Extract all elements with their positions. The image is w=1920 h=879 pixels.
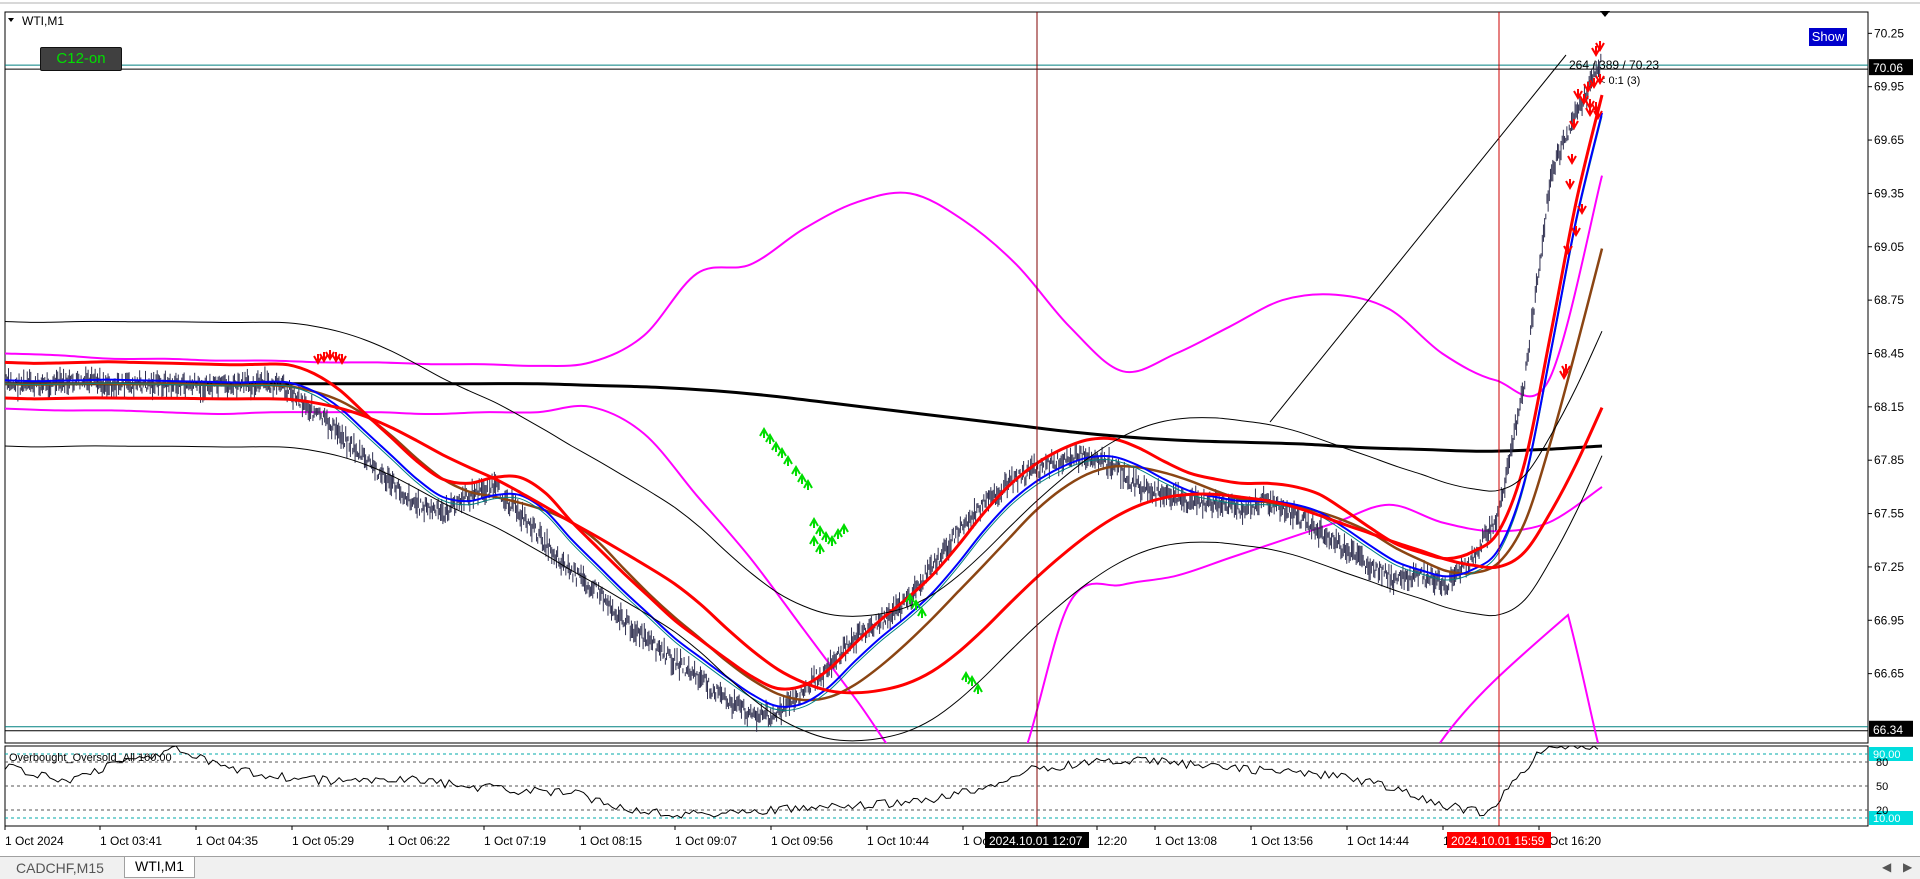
price-label-bottom_line: 66.34 — [1873, 723, 1903, 737]
scroll-right-icon[interactable]: ▶ — [1893, 858, 1920, 876]
x-tick-label: 1 Oct 03:41 — [100, 834, 162, 848]
x-tick-label: 1 Oct 08:15 — [580, 834, 642, 848]
osc-50-label: 50 — [1876, 781, 1888, 793]
y-tick-label: 68.45 — [1874, 346, 1904, 360]
y-tick-label: 67.25 — [1874, 560, 1904, 574]
vline-time-label: 2024.10.01 15:59 — [1451, 834, 1545, 848]
x-tick-label: 1 Oct 13:08 — [1155, 834, 1217, 848]
y-tick-label: 68.15 — [1874, 400, 1904, 414]
oscillator-name: Overbought_Oversold_All 100.00 — [9, 752, 172, 764]
symbol-title: WTI,M1 — [22, 14, 64, 28]
tab-cadchf-m15[interactable]: CADCHF,M15 — [6, 859, 114, 877]
x-tick-label: 1 Oct 14:44 — [1347, 834, 1409, 848]
y-tick-label: 69.95 — [1874, 80, 1904, 94]
trendline-sublabel: < 0:1 (3) — [1599, 75, 1640, 87]
x-tick-label: 1 Oct 05:29 — [292, 834, 354, 848]
y-tick-label: 67.85 — [1874, 453, 1904, 467]
x-tick-label: 1 Oct 07:19 — [484, 834, 546, 848]
x-tick-label: 1 Oct 13:56 — [1251, 834, 1313, 848]
trendline-label: 264 / 389 / 70.23 — [1569, 58, 1659, 72]
y-tick-label: 66.95 — [1874, 613, 1904, 627]
y-tick-label: 69.65 — [1874, 133, 1904, 147]
x-tick-label: 1 Oct 09:56 — [771, 834, 833, 848]
y-tick-label: 70.25 — [1874, 26, 1904, 40]
y-tick-label: 69.35 — [1874, 186, 1904, 200]
chart-window: 264 / 389 / 70.23 < 0:1 (3) WTI,M1 Overbou… — [0, 0, 1920, 879]
x-tick-label: 1 Oct 04:35 — [196, 834, 258, 848]
y-tick-label: 69.05 — [1874, 240, 1904, 254]
c12-toggle-button[interactable]: C12-on — [40, 47, 122, 71]
x-tick-label: 1 Oct 10:44 — [867, 834, 929, 848]
x-tick-label: 1 Oct 09:07 — [675, 834, 737, 848]
tab-wti-m1[interactable]: WTI,M1 — [124, 857, 195, 878]
x-tick-label: 1 Oct 2024 — [5, 834, 64, 848]
vline-time-label: 2024.10.01 12:07 — [989, 834, 1083, 848]
y-tick-label: 67.55 — [1874, 507, 1904, 521]
y-tick-label: 68.75 — [1874, 293, 1904, 307]
chart-canvas[interactable]: 264 / 389 / 70.23 < 0:1 (3) WTI,M1 Overbou… — [0, 0, 1920, 856]
y-tick-label: 66.65 — [1874, 667, 1904, 681]
price-label-top_line: 70.06 — [1873, 61, 1903, 75]
osc-80-label: 80 — [1876, 757, 1888, 769]
chart-tabs-bar: CADCHF,M15 WTI,M1 ◀ ▶ — [0, 856, 1920, 879]
osc-20-label: 20 — [1876, 805, 1888, 817]
show-button[interactable]: Show — [1809, 28, 1847, 46]
x-tick-label: 1 Oct 06:22 — [388, 834, 450, 848]
x-tick-label: 12:20 — [1097, 834, 1127, 848]
